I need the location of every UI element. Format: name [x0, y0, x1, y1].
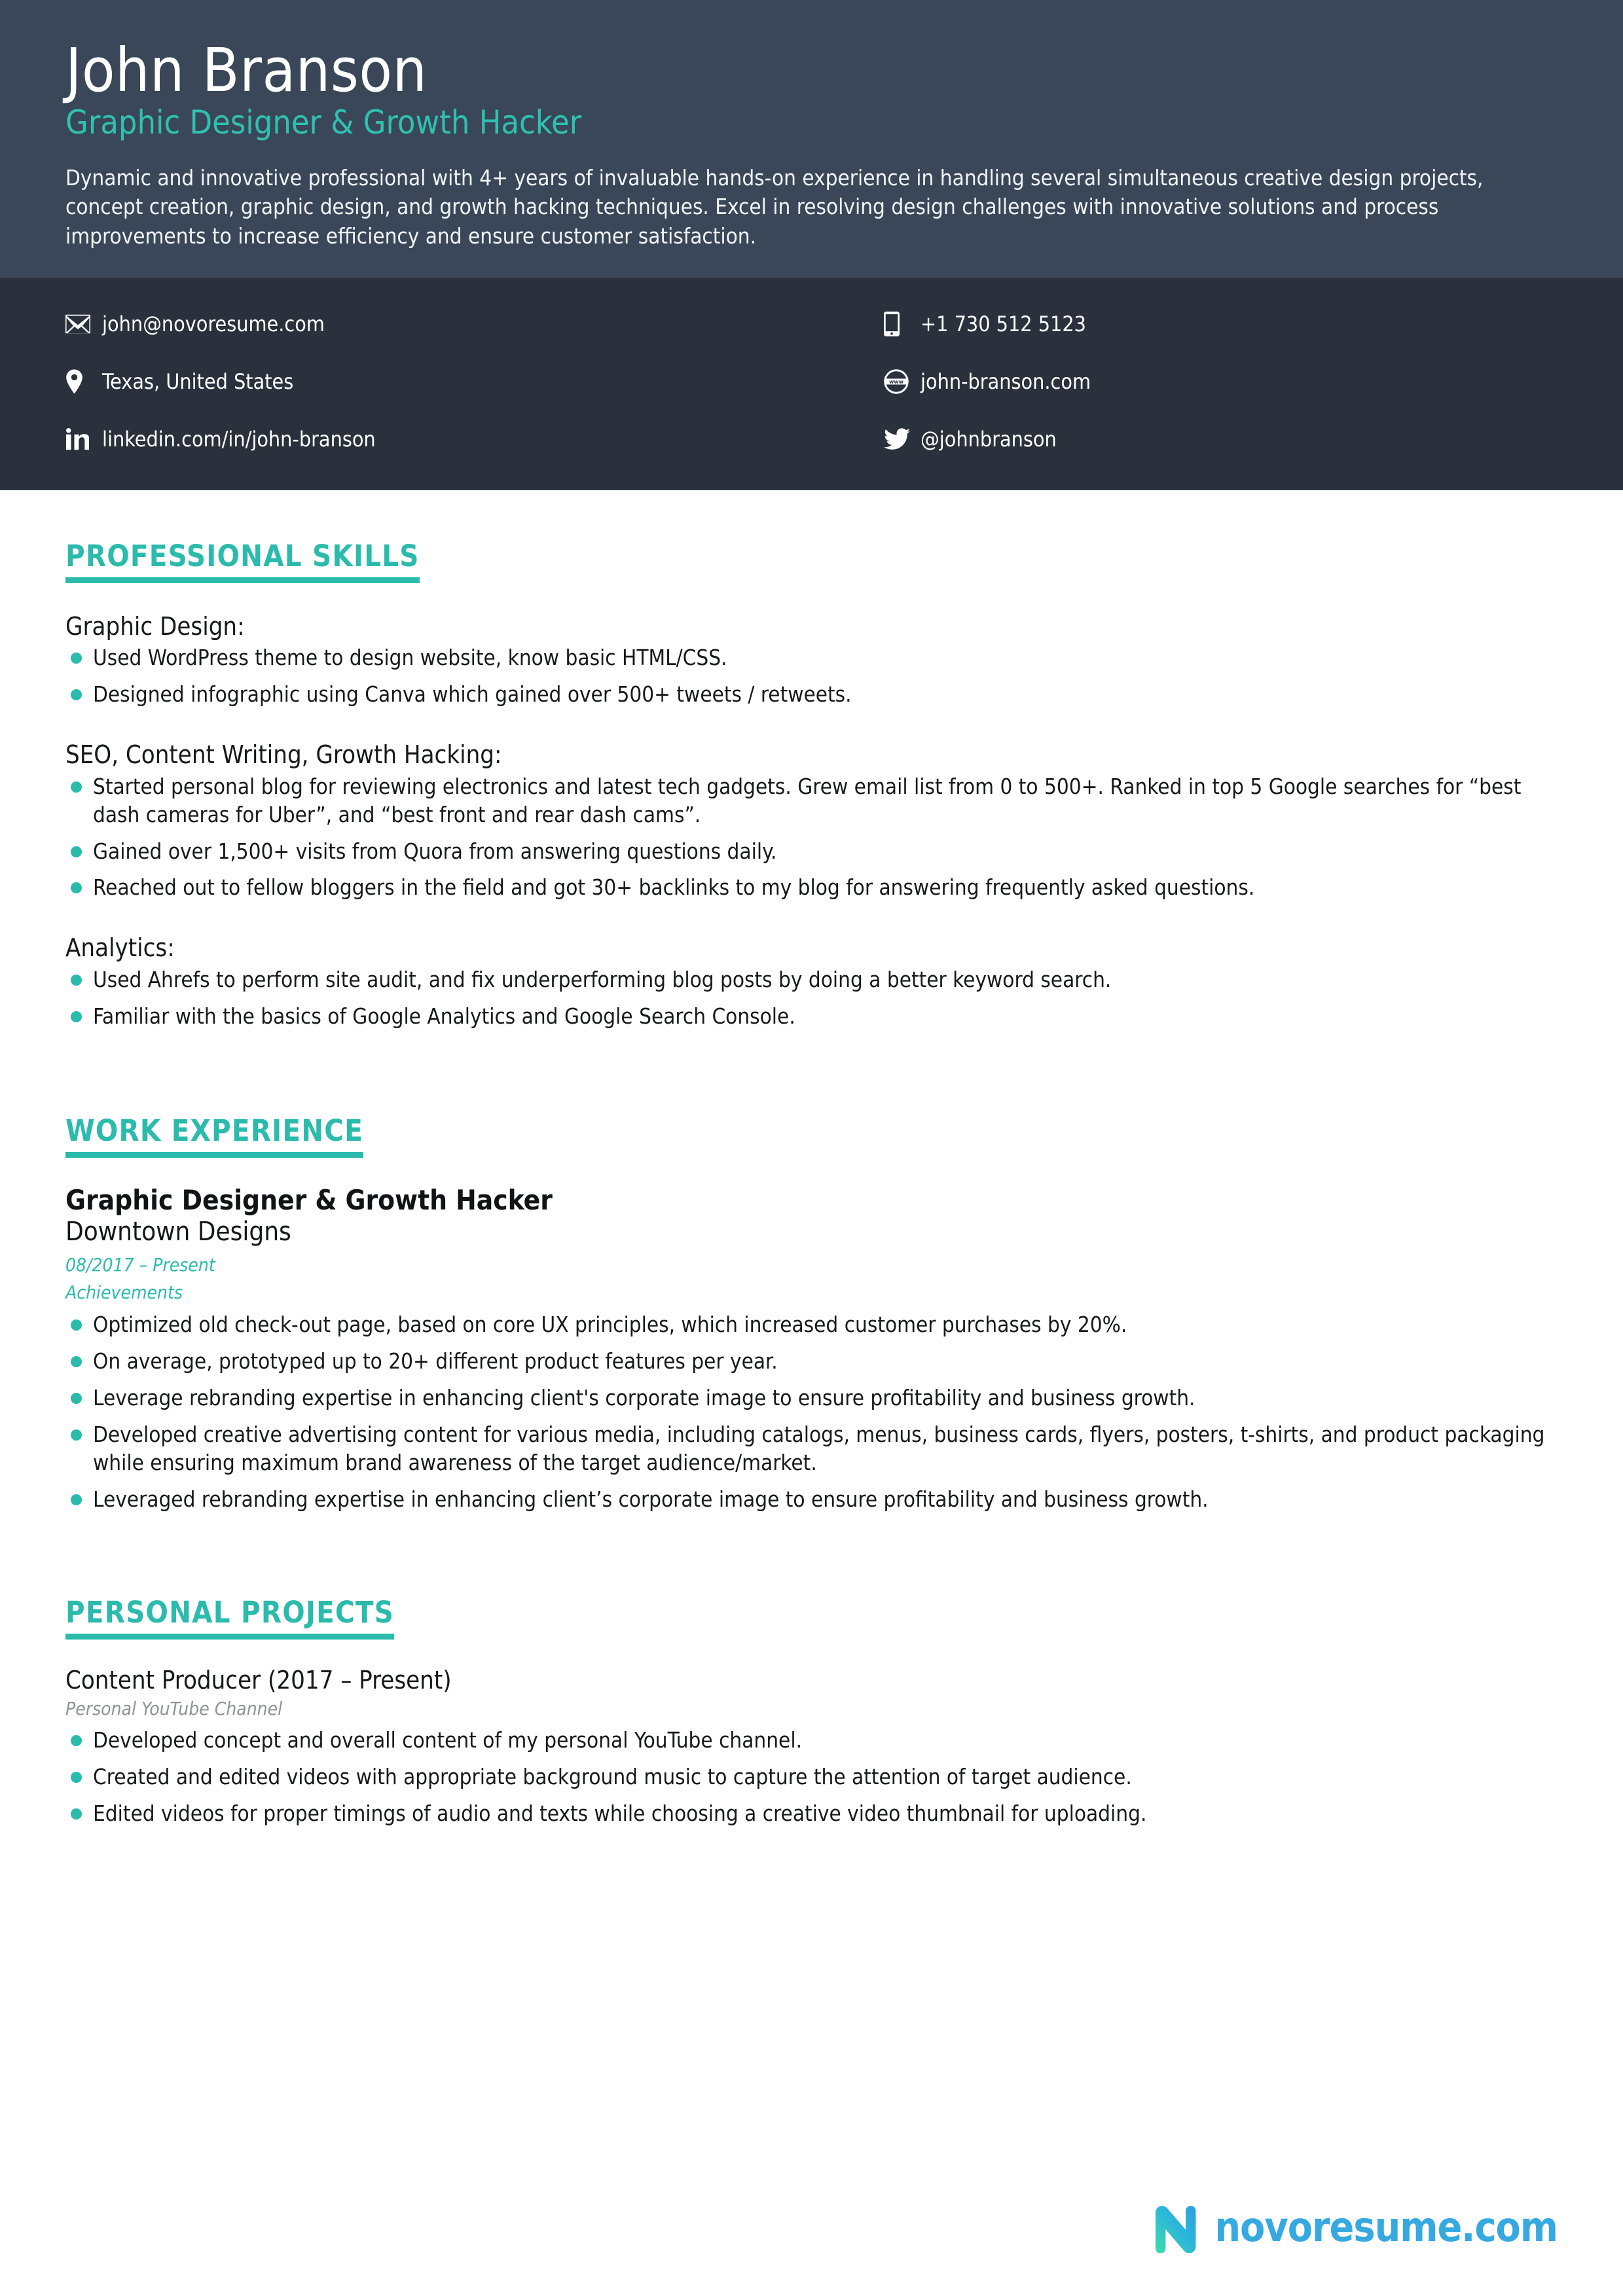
resume-body: PROFESSIONAL SKILLS Graphic Design: Used… — [0, 541, 1623, 1828]
novoresume-n-logo — [1148, 2199, 1201, 2255]
job-company: Downtown Designs — [65, 1217, 291, 1247]
contact-grid: john@novoresume.com +1 730 512 5123 Texa… — [65, 295, 1558, 468]
list-item: Developed creative advertising content f… — [65, 1421, 1558, 1477]
skill-group-seo: SEO, Content Writing, Growth Hacking: St… — [65, 740, 1558, 902]
list-item: Used Ahrefs to perform site audit, and f… — [65, 966, 1558, 994]
resume-header: John Branson Graphic Designer & Growth H… — [0, 0, 1623, 278]
linkedin-icon — [65, 427, 102, 450]
candidate-name: John Branson — [65, 35, 428, 105]
map-pin-icon — [65, 369, 102, 394]
novoresume-footer[interactable]: novoresume.com — [1148, 2199, 1558, 2255]
resume-page: John Branson Graphic Designer & Growth H… — [0, 0, 1623, 2296]
svg-text:www: www — [889, 379, 904, 385]
contact-phone[interactable]: +1 730 512 5123 — [884, 295, 1558, 353]
job-title: Graphic Designer & Growth Hacker — [65, 1183, 553, 1216]
achievements-label: Achievements — [65, 1281, 183, 1303]
skill-group-label: SEO, Content Writing, Growth Hacking: — [65, 740, 502, 770]
list-item: Reached out to fellow bloggers in the fi… — [65, 874, 1558, 902]
list-item: Developed concept and overall content of… — [65, 1727, 1558, 1755]
list-item: Optimized old check-out page, based on c… — [65, 1311, 1558, 1339]
contact-website[interactable]: www john-branson.com — [884, 353, 1558, 410]
contact-twitter[interactable]: @johnbranson — [884, 410, 1558, 468]
candidate-title: Graphic Designer & Growth Hacker — [65, 103, 582, 141]
contact-location-text: Texas, United States — [102, 368, 294, 394]
contact-email-text: john@novoresume.com — [102, 311, 325, 336]
project-entry: Content Producer (2017 – Present) Person… — [65, 1666, 1558, 1828]
section-work-experience: WORK EXPERIENCE Graphic Designer & Growt… — [65, 1116, 1558, 1514]
list-item: Leveraged rebranding expertise in enhanc… — [65, 1486, 1558, 1514]
section-heading-work: WORK EXPERIENCE — [65, 1116, 364, 1158]
list-item: Leverage rebranding expertise in enhanci… — [65, 1384, 1558, 1412]
contact-website-text: john-branson.com — [921, 368, 1091, 394]
contact-email[interactable]: john@novoresume.com — [65, 295, 884, 353]
section-heading-projects: PERSONAL PROJECTS — [65, 1598, 395, 1640]
skill-list-graphic-design: Used WordPress theme to design website, … — [65, 644, 1558, 709]
envelope-icon — [65, 314, 102, 334]
smartphone-icon — [884, 311, 921, 336]
skill-list-seo: Started personal blog for reviewing elec… — [65, 773, 1558, 903]
list-item: Designed infographic using Canva which g… — [65, 681, 1558, 709]
skill-group-graphic-design: Graphic Design: Used WordPress theme to … — [65, 612, 1558, 709]
section-personal-projects: PERSONAL PROJECTS Content Producer (2017… — [65, 1598, 1558, 1828]
novoresume-logo-text: novoresume.com — [1214, 2203, 1558, 2251]
skill-list-analytics: Used Ahrefs to perform site audit, and f… — [65, 966, 1558, 1031]
list-item: Edited videos for proper timings of audi… — [65, 1800, 1558, 1828]
list-item: Started personal blog for reviewing elec… — [65, 773, 1558, 829]
achievements-list: Optimized old check-out page, based on c… — [65, 1311, 1558, 1513]
section-heading-skills: PROFESSIONAL SKILLS — [65, 541, 420, 583]
list-item: Created and edited videos with appropria… — [65, 1763, 1558, 1791]
skill-group-analytics: Analytics: Used Ahrefs to perform site a… — [65, 933, 1558, 1030]
project-title: Content Producer (2017 – Present) — [65, 1665, 452, 1695]
work-entry: Graphic Designer & Growth Hacker Downtow… — [65, 1184, 1558, 1514]
contact-location: Texas, United States — [65, 353, 884, 410]
contact-twitter-text: @johnbranson — [921, 426, 1057, 452]
skill-group-label: Analytics: — [65, 933, 175, 963]
project-list: Developed concept and overall content of… — [65, 1727, 1558, 1828]
project-subtitle: Personal YouTube Channel — [65, 1698, 283, 1720]
list-item: On average, prototyped up to 20+ differe… — [65, 1348, 1558, 1376]
professional-summary: Dynamic and innovative professional with… — [65, 165, 1484, 249]
job-dates: 08/2017 – Present — [65, 1254, 215, 1276]
list-item: Familiar with the basics of Google Analy… — [65, 1003, 1558, 1031]
contact-linkedin-text: linkedin.com/in/john-branson — [102, 426, 376, 452]
twitter-bird-icon — [884, 428, 921, 450]
contact-phone-text: +1 730 512 5123 — [921, 311, 1086, 336]
list-item: Used WordPress theme to design website, … — [65, 644, 1558, 672]
list-item: Gained over 1,500+ visits from Quora fro… — [65, 838, 1558, 866]
section-professional-skills: PROFESSIONAL SKILLS Graphic Design: Used… — [65, 541, 1558, 1031]
contact-band: john@novoresume.com +1 730 512 5123 Texa… — [0, 278, 1623, 490]
www-globe-icon: www — [884, 369, 921, 394]
contact-linkedin[interactable]: linkedin.com/in/john-branson — [65, 410, 884, 468]
skill-group-label: Graphic Design: — [65, 611, 245, 641]
